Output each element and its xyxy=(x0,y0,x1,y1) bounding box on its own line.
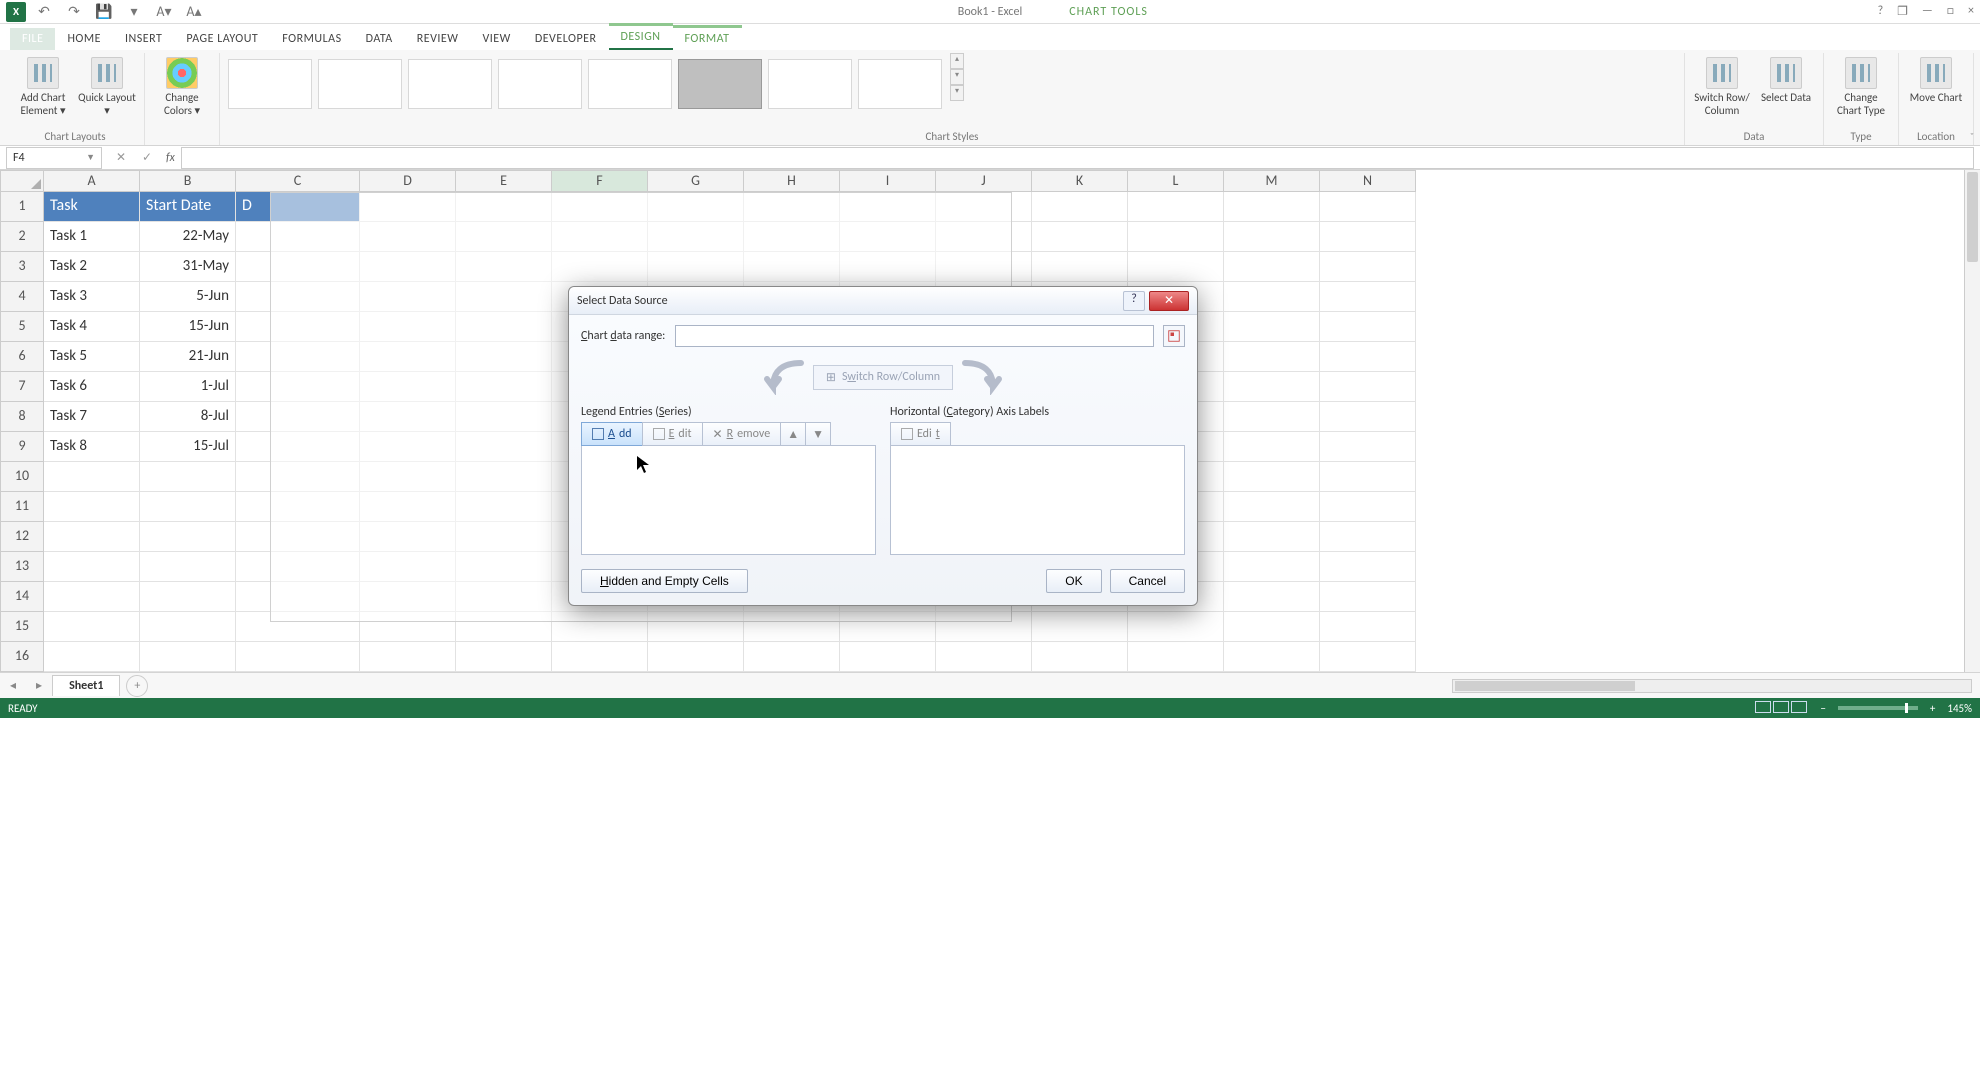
edit-icon xyxy=(901,428,913,440)
legend-entries-pane: Legend Entries (Series) Add Edit ✕Remove… xyxy=(581,405,876,555)
cancel-button[interactable]: Cancel xyxy=(1110,569,1185,593)
axis-labels-listbox[interactable] xyxy=(890,445,1185,555)
switch-row-column-icon: ⊞ xyxy=(826,370,836,385)
series-add-button[interactable]: Add xyxy=(581,422,643,446)
legend-entries-label: Legend Entries (Series) xyxy=(581,405,876,419)
ok-button[interactable]: OK xyxy=(1046,569,1101,593)
dialog-close-button[interactable]: ✕ xyxy=(1149,291,1189,311)
range-picker-button[interactable] xyxy=(1163,325,1185,347)
hidden-empty-cells-button[interactable]: Hidden and Empty Cells xyxy=(581,569,748,593)
series-edit-button: Edit xyxy=(642,422,703,446)
add-icon xyxy=(592,428,604,440)
series-remove-button: ✕Remove xyxy=(702,422,782,446)
switch-row-column-label: Switch Row/Column xyxy=(842,370,940,384)
horizontal-axis-label: Horizontal (Category) Axis Labels xyxy=(890,405,1185,419)
horizontal-axis-pane: Horizontal (Category) Axis Labels Edit xyxy=(890,405,1185,555)
switch-row-column-dialog-button: ⊞ Switch Row/Column xyxy=(813,365,953,390)
dialog-title: Select Data Source xyxy=(577,294,668,308)
switch-arrow-right-icon xyxy=(961,359,1003,395)
series-move-down-button: ▼ xyxy=(805,422,831,446)
edit-icon xyxy=(653,428,665,440)
series-move-up-button: ▲ xyxy=(780,422,806,446)
select-data-source-dialog: Select Data Source ? ✕ Chart data range:… xyxy=(568,286,1198,606)
modal-scrim: Select Data Source ? ✕ Chart data range:… xyxy=(0,0,1980,1080)
chart-data-range-input[interactable] xyxy=(675,325,1154,347)
remove-icon: ✕ xyxy=(713,427,723,442)
switch-arrow-left-icon xyxy=(763,359,805,395)
chart-data-range-label: Chart data range: xyxy=(581,329,665,343)
dialog-titlebar[interactable]: Select Data Source ? ✕ xyxy=(569,287,1197,315)
axis-edit-button: Edit xyxy=(890,422,951,446)
dialog-help-button[interactable]: ? xyxy=(1123,291,1145,311)
series-listbox[interactable] xyxy=(581,445,876,555)
